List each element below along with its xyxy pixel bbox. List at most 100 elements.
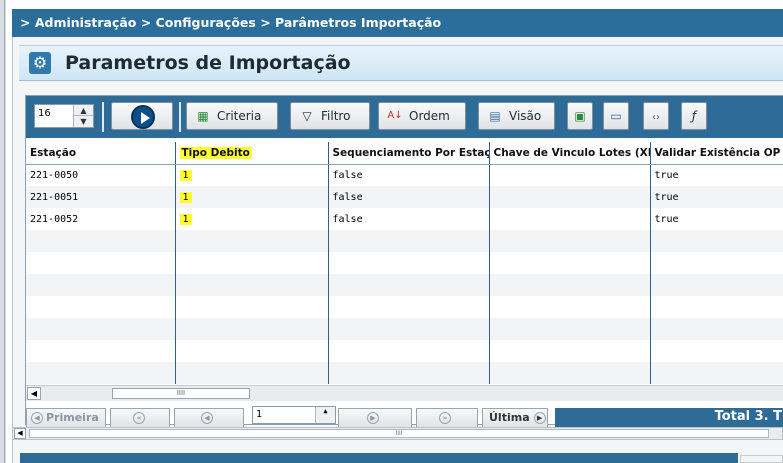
page-size-stepper[interactable]: 16 ▲ ▼ [34,104,94,128]
last-page-label: Última [489,411,530,424]
cell-estacao[interactable]: 221-0050 [26,164,176,186]
cell-estacao[interactable]: 221-0051 [26,186,176,208]
toolbar-separator [102,102,104,132]
prev-page-button[interactable]: ◀ [174,408,244,428]
scroll-left-icon[interactable]: ◀ [27,387,41,400]
data-grid: Estação Tipo Debito Sequenciamento Por E… [26,142,783,384]
empty-row [26,274,783,296]
grid-container: 16 ▲ ▼ ▦ Criteria ▽ Filtro A↓ Ordem ▤ Vi… [25,95,783,428]
prev-block-button[interactable]: « [110,408,170,428]
first-page-icon: ◀ [31,412,43,424]
bottom-right-button[interactable] [740,455,783,463]
cell-chave[interactable] [489,208,651,230]
empty-row [26,362,783,384]
empty-row [26,230,783,252]
criteria-label: Criteria [217,109,262,123]
toolbar-separator [179,102,181,132]
main-panel: ⚙ Parametros de Importação 16 ▲ ▼ ▦ Crit… [12,37,783,463]
cell-sequenciamento[interactable]: false [328,208,490,230]
page-horizontal-scrollbar[interactable]: ◀ IIII [12,427,783,440]
table-view-icon: ▤ [489,109,501,123]
sort-az-icon: A↓ [387,110,403,121]
grid-horizontal-scrollbar[interactable]: ◀ IIII [26,385,783,401]
column-header-estacao[interactable]: Estação [26,142,176,165]
last-page-icon: ▶ [533,412,546,424]
column-header-tipo-debito-label: Tipo Debito [179,146,252,159]
page-stepper-icon[interactable]: ▲ [315,407,335,423]
cell-validar[interactable]: true [650,208,783,230]
cell-tipo-debito[interactable]: 1 [175,186,329,208]
table-row[interactable]: 221-0050 1 false true [26,164,783,186]
cell-chave[interactable] [489,186,651,208]
filtro-button[interactable]: ▽ Filtro [290,102,370,130]
ordem-label: Ordem [409,109,450,123]
cell-validar[interactable]: true [650,186,783,208]
app-window: > Administração > Configurações > Parâme… [0,0,783,463]
column-header-tipo-debito[interactable]: Tipo Debito [175,142,329,165]
column-header-sequenciamento[interactable]: Sequenciamento Por Estação [328,142,490,165]
first-page-button[interactable]: ◀ Primeira [26,408,106,428]
next-icon: ▶ [367,412,379,424]
title-bar: ⚙ Parametros de Importação [19,45,783,81]
excel-icon: ▣ [574,109,586,123]
export-excel-button[interactable]: ▣ [567,102,593,130]
cell-tipo-debito-value: 1 [179,191,192,203]
empty-row [26,296,783,318]
next-page-button[interactable]: ▶ [338,408,412,428]
code-icon: ‹› [652,112,660,123]
table-row[interactable]: 221-0052 1 false true [26,208,783,230]
first-page-label: Primeira [46,411,99,424]
column-header-chave-vinculo[interactable]: Chave de Vinculo Lotes (XL [489,142,651,165]
visao-button[interactable]: ▤ Visão [478,102,555,130]
cell-tipo-debito-value: 1 [179,213,192,225]
page-size-value[interactable]: 16 [38,108,51,119]
stepper-up-icon[interactable]: ▲ [74,105,93,116]
gear-icon: ⚙ [29,52,51,74]
total-records-label: Total 3. T [555,408,783,428]
cell-tipo-debito[interactable]: 1 [175,208,329,230]
bottom-panel-header [20,453,738,463]
table-row[interactable]: 221-0051 1 false true [26,186,783,208]
last-page-button[interactable]: Última ▶ [482,408,548,428]
page-title: Parametros de Importação [65,52,351,74]
page-scroll-left-icon[interactable]: ◀ [14,428,26,439]
column-header-validar-existencia[interactable]: Validar Existência OP [650,142,783,165]
criteria-icon: ▦ [197,109,209,123]
empty-row [26,318,783,340]
cell-sequenciamento[interactable]: false [328,164,490,186]
double-left-icon: « [133,412,145,424]
stepper-arrows[interactable]: ▲ ▼ [73,105,93,127]
cell-estacao[interactable]: 221-0052 [26,208,176,230]
page-number-input[interactable]: 1 ▲ [252,406,336,424]
function-button[interactable]: ƒ [681,102,707,130]
empty-row [26,252,783,274]
execute-button[interactable] [111,102,173,130]
ordem-button[interactable]: A↓ Ordem [378,102,466,130]
scroll-thumb[interactable]: IIII [112,388,250,399]
play-icon [131,105,155,129]
visao-label: Visão [509,109,542,123]
function-icon: ƒ [691,109,697,123]
page-number-value[interactable]: 1 [256,409,262,420]
save-button[interactable]: ▭ [603,102,629,130]
prev-icon: ◀ [201,412,213,424]
cell-validar[interactable]: true [650,164,783,186]
save-icon: ▭ [610,109,622,123]
double-right-icon: » [439,412,451,424]
empty-row [26,340,783,362]
cell-tipo-debito[interactable]: 1 [175,164,329,186]
window-left-edge [0,0,6,463]
next-block-button[interactable]: » [416,408,478,428]
code-button[interactable]: ‹› [643,102,669,130]
cell-sequenciamento[interactable]: false [328,186,490,208]
funnel-icon: ▽ [302,109,312,123]
filtro-label: Filtro [321,109,351,123]
page-scroll-thumb[interactable]: IIII [29,429,769,438]
cell-chave[interactable] [489,164,651,186]
stepper-down-icon[interactable]: ▼ [74,116,93,127]
toolbar: 16 ▲ ▼ ▦ Criteria ▽ Filtro A↓ Ordem ▤ Vi… [26,96,783,138]
pager: ◀ Primeira « ◀ 1 ▲ ▶ » Última ▶ Total 3.… [26,406,783,428]
criteria-button[interactable]: ▦ Criteria [186,102,278,130]
cell-tipo-debito-value: 1 [179,169,192,181]
breadcrumb[interactable]: > Administração > Configurações > Parâme… [12,9,783,37]
